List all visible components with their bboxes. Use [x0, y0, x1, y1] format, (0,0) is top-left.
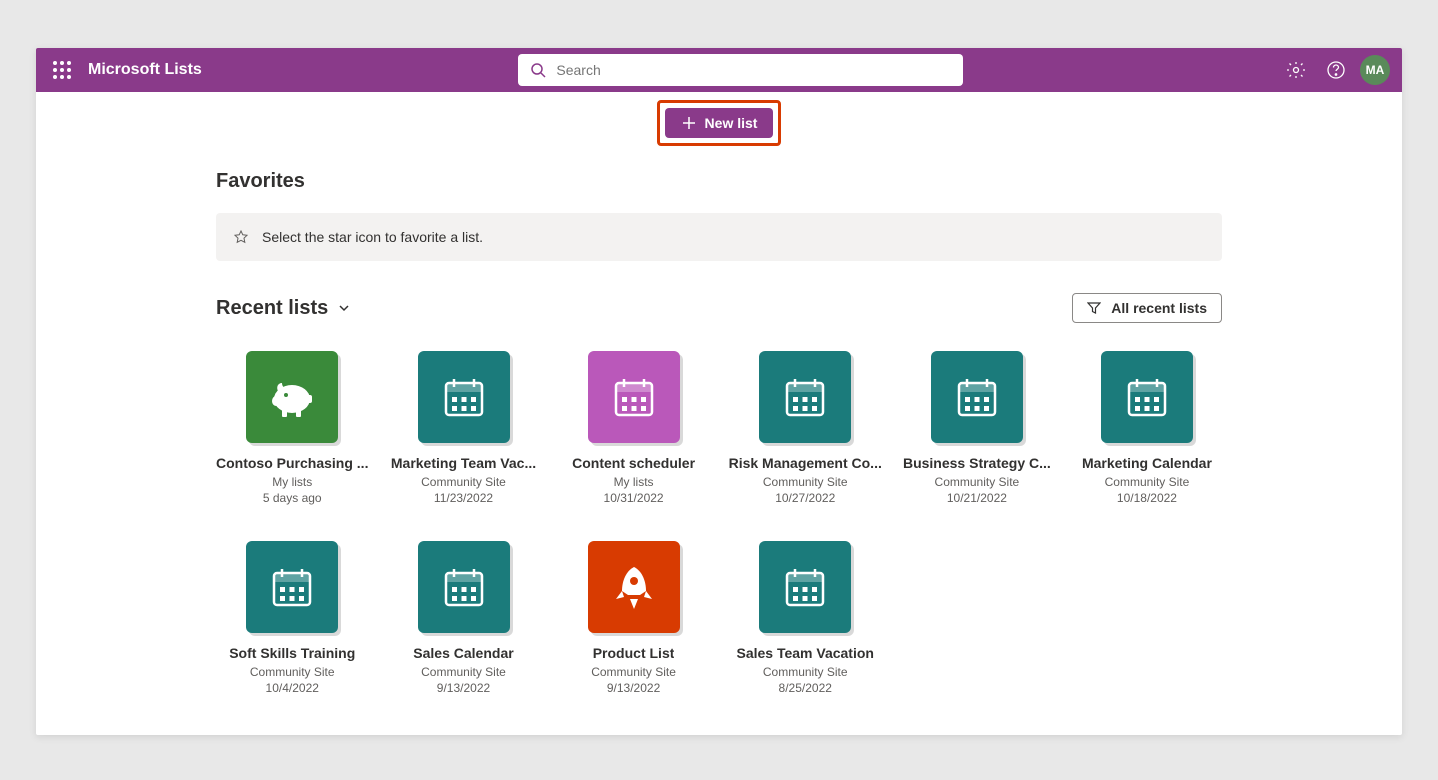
filter-icon: [1087, 301, 1101, 315]
list-date: 9/13/2022: [607, 681, 660, 695]
list-date: 11/23/2022: [434, 491, 493, 505]
app-title: Microsoft Lists: [88, 61, 202, 79]
list-date: 10/4/2022: [266, 681, 319, 695]
list-card[interactable]: Sales Team Vacation Community Site 8/25/20…: [729, 541, 882, 695]
list-title: Sales Calendar: [413, 645, 513, 661]
search-box[interactable]: [518, 54, 963, 86]
list-date: 9/13/2022: [437, 681, 490, 695]
list-card[interactable]: Soft Skills Training Community Site 10/4/2…: [216, 541, 368, 695]
calendar-icon: [1101, 351, 1193, 443]
list-card[interactable]: Contoso Purchasing ... My lists 5 days ago: [216, 351, 368, 505]
list-title: Soft Skills Training: [229, 645, 355, 661]
list-card[interactable]: Business Strategy C... Community Site 10/2…: [902, 351, 1052, 505]
list-location: Community Site: [591, 665, 676, 679]
list-title: Business Strategy C...: [903, 455, 1051, 471]
plus-icon: [681, 115, 697, 131]
chevron-down-icon: [338, 302, 350, 314]
content: New list Favorites Select the star icon …: [36, 92, 1402, 735]
app-window: Microsoft Lists MA New list: [36, 48, 1402, 735]
piggy-icon: [246, 351, 338, 443]
calendar-icon: [246, 541, 338, 633]
list-title: Risk Management Co...: [729, 455, 882, 471]
calendar-icon: [759, 351, 851, 443]
app-launcher-button[interactable]: [40, 48, 84, 92]
header-bar: Microsoft Lists MA: [36, 48, 1402, 92]
settings-button[interactable]: [1280, 54, 1312, 86]
gear-icon: [1286, 60, 1306, 80]
star-outline-icon: [234, 230, 248, 244]
recent-title: Recent lists: [216, 297, 328, 320]
list-card[interactable]: Product List Community Site 9/13/2022: [559, 541, 709, 695]
list-card[interactable]: Risk Management Co... Community Site 10/27…: [729, 351, 882, 505]
list-date: 10/18/2022: [1117, 491, 1177, 505]
search-wrap: [202, 54, 1280, 86]
search-input[interactable]: [556, 62, 951, 78]
list-date: 10/21/2022: [947, 491, 1007, 505]
list-location: Community Site: [763, 475, 848, 489]
list-date: 10/31/2022: [604, 491, 664, 505]
list-title: Marketing Calendar: [1082, 455, 1212, 471]
favorites-heading: Favorites: [216, 170, 1222, 193]
list-location: My lists: [272, 475, 312, 489]
rocket-icon: [588, 541, 680, 633]
list-title: Product List: [593, 645, 675, 661]
list-card[interactable]: Marketing Team Vac... Community Site 11/23…: [388, 351, 538, 505]
list-title: Sales Team Vacation: [736, 645, 873, 661]
filter-label: All recent lists: [1111, 300, 1207, 316]
list-card[interactable]: Marketing Calendar Community Site 10/18/20…: [1072, 351, 1222, 505]
new-list-row: New list: [36, 92, 1402, 154]
recent-header-row: Recent lists All recent lists: [216, 293, 1222, 323]
header-right: MA: [1280, 54, 1398, 86]
recent-title-dropdown[interactable]: Recent lists: [216, 297, 350, 320]
list-title: Contoso Purchasing ...: [216, 455, 368, 471]
new-list-highlight: New list: [657, 100, 782, 146]
calendar-icon: [931, 351, 1023, 443]
favorites-hint: Select the star icon to favorite a list.: [216, 213, 1222, 261]
avatar[interactable]: MA: [1360, 55, 1390, 85]
help-icon: [1326, 60, 1346, 80]
list-location: Community Site: [763, 665, 848, 679]
calendar-icon: [759, 541, 851, 633]
list-date: 10/27/2022: [775, 491, 835, 505]
favorites-hint-text: Select the star icon to favorite a list.: [262, 229, 483, 245]
new-list-label: New list: [705, 115, 758, 131]
help-button[interactable]: [1320, 54, 1352, 86]
waffle-icon: [53, 61, 71, 79]
calendar-icon: [418, 351, 510, 443]
list-title: Content scheduler: [572, 455, 695, 471]
list-date: 5 days ago: [263, 491, 322, 505]
main-area: Favorites Select the star icon to favori…: [36, 170, 1402, 735]
lists-grid: Contoso Purchasing ... My lists 5 days ago…: [216, 351, 1222, 695]
list-location: Community Site: [421, 475, 506, 489]
list-card[interactable]: Content scheduler My lists 10/31/2022: [559, 351, 709, 505]
list-location: Community Site: [421, 665, 506, 679]
list-location: Community Site: [250, 665, 335, 679]
search-icon: [530, 62, 546, 78]
calendar-icon: [418, 541, 510, 633]
list-location: Community Site: [1105, 475, 1190, 489]
calendar-icon: [588, 351, 680, 443]
list-date: 8/25/2022: [779, 681, 832, 695]
filter-button[interactable]: All recent lists: [1072, 293, 1222, 323]
list-location: Community Site: [935, 475, 1020, 489]
list-title: Marketing Team Vac...: [391, 455, 536, 471]
list-card[interactable]: Sales Calendar Community Site 9/13/2022: [388, 541, 538, 695]
new-list-button[interactable]: New list: [665, 108, 774, 138]
list-location: My lists: [614, 475, 654, 489]
